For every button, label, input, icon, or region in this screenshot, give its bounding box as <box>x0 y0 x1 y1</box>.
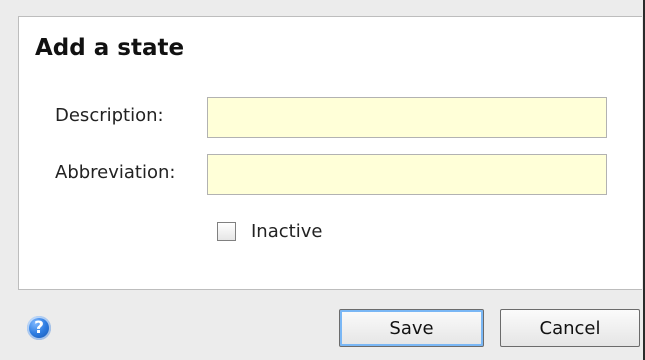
inactive-checkbox[interactable] <box>217 222 236 241</box>
inactive-checkbox-row[interactable]: Inactive <box>217 222 322 241</box>
description-label: Description: <box>55 105 164 126</box>
abbreviation-input[interactable] <box>207 154 607 195</box>
dialog-content-panel: Add a state Description: Abbreviation: I… <box>18 16 642 290</box>
description-input[interactable] <box>207 97 607 138</box>
dialog-footer: ? Save Cancel <box>0 291 643 360</box>
question-mark-icon[interactable]: ? <box>27 316 51 340</box>
add-state-dialog: Add a state Description: Abbreviation: I… <box>0 0 645 360</box>
inactive-checkbox-label[interactable]: Inactive <box>251 222 322 241</box>
save-button[interactable]: Save <box>339 309 484 347</box>
abbreviation-label: Abbreviation: <box>55 162 176 183</box>
cancel-button[interactable]: Cancel <box>500 309 640 347</box>
dialog-title: Add a state <box>35 35 185 61</box>
